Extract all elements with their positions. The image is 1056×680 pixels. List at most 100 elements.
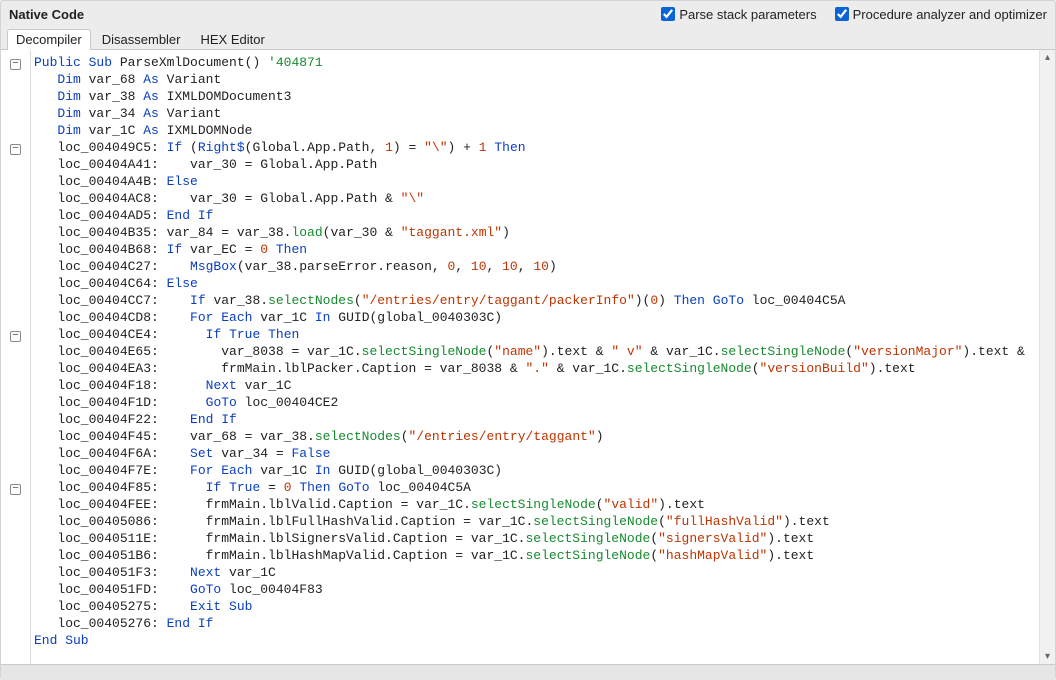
code-line[interactable]: Dim var_68 As Variant — [30, 71, 1051, 88]
code-line[interactable]: loc_00404B35: var_84 = var_38.load(var_3… — [30, 224, 1051, 241]
code-line[interactable]: loc_0040511E: frmMain.lblSignersValid.Ca… — [30, 530, 1051, 547]
tab-hex-editor[interactable]: HEX Editor — [192, 29, 274, 50]
scroll-down-icon[interactable]: ▾ — [1040, 649, 1055, 664]
token-plain: loc_004051F3: — [34, 565, 190, 580]
code-line[interactable]: End Sub — [30, 632, 1051, 649]
code-row[interactable]: loc_00404F45: var_68 = var_38.selectNode… — [1, 428, 1051, 445]
code-line[interactable]: loc_00405275: Exit Sub — [30, 598, 1051, 615]
code-line[interactable]: loc_00404AC8: var_30 = Global.App.Path &… — [30, 190, 1051, 207]
code-line[interactable]: loc_00405276: End If — [30, 615, 1051, 632]
code-row[interactable]: loc_00404E65: var_8038 = var_1C.selectSi… — [1, 343, 1051, 360]
fold-toggle-icon[interactable]: − — [10, 484, 21, 495]
code-row[interactable]: loc_00404A41: var_30 = Global.App.Path — [1, 156, 1051, 173]
fold-toggle-icon[interactable]: − — [10, 144, 21, 155]
fold-toggle-icon[interactable]: − — [10, 59, 21, 70]
code-line[interactable]: loc_00404EA3: frmMain.lblPacker.Caption … — [30, 360, 1051, 377]
option-analyzer[interactable]: Procedure analyzer and optimizer — [835, 7, 1047, 22]
code-row[interactable]: Dim var_1C As IXMLDOMNode — [1, 122, 1051, 139]
code-scroll[interactable]: −Public Sub ParseXmlDocument() '404871 D… — [1, 50, 1055, 664]
code-row[interactable]: loc_00404AD5: End If — [1, 207, 1051, 224]
token-kw: If — [206, 327, 222, 342]
token-plain: loc_00405276: — [34, 616, 167, 631]
code-row[interactable]: End Sub — [1, 632, 1051, 649]
code-line[interactable]: loc_00404E65: var_8038 = var_1C.selectSi… — [30, 343, 1051, 360]
option-parse-stack[interactable]: Parse stack parameters — [661, 7, 816, 22]
code-row[interactable]: loc_00404F6A: Set var_34 = False — [1, 445, 1051, 462]
code-row[interactable]: loc_00404F22: End If — [1, 411, 1051, 428]
code-line[interactable]: loc_00404FEE: frmMain.lblValid.Caption =… — [30, 496, 1051, 513]
decompiled-code[interactable]: −Public Sub ParseXmlDocument() '404871 D… — [1, 50, 1055, 653]
code-row[interactable]: loc_004051F3: Next var_1C — [1, 564, 1051, 581]
tab-disassembler[interactable]: Disassembler — [93, 29, 190, 50]
code-row[interactable]: loc_00404F7E: For Each var_1C In GUID(gl… — [1, 462, 1051, 479]
token-kw: Next — [206, 378, 237, 393]
code-row[interactable]: loc_004051FD: GoTo loc_00404F83 — [1, 581, 1051, 598]
code-line[interactable]: loc_00404F1D: GoTo loc_00404CE2 — [30, 394, 1051, 411]
code-row[interactable]: − loc_004049C5: If (Right$(Global.App.Pa… — [1, 139, 1051, 156]
code-row[interactable]: loc_00404F1D: GoTo loc_00404CE2 — [1, 394, 1051, 411]
code-line[interactable]: Dim var_38 As IXMLDOMDocument3 — [30, 88, 1051, 105]
code-row[interactable]: loc_00405086: frmMain.lblFullHashValid.C… — [1, 513, 1051, 530]
code-line[interactable]: loc_004051B6: frmMain.lblHashMapValid.Ca… — [30, 547, 1051, 564]
code-row[interactable]: loc_00404AC8: var_30 = Global.App.Path &… — [1, 190, 1051, 207]
code-row[interactable]: loc_004051B6: frmMain.lblHashMapValid.Ca… — [1, 547, 1051, 564]
code-line[interactable]: loc_00404CE4: If True Then — [30, 326, 1051, 343]
code-row[interactable]: loc_00405275: Exit Sub — [1, 598, 1051, 615]
code-row[interactable]: loc_00404FEE: frmMain.lblValid.Caption =… — [1, 496, 1051, 513]
code-row[interactable]: loc_00404B35: var_84 = var_38.load(var_3… — [1, 224, 1051, 241]
code-row[interactable]: loc_00404F18: Next var_1C — [1, 377, 1051, 394]
fold-gutter[interactable]: − — [1, 326, 30, 343]
code-line[interactable]: loc_00404CC7: If var_38.selectNodes("/en… — [30, 292, 1051, 309]
code-line[interactable]: loc_004049C5: If (Right$(Global.App.Path… — [30, 139, 1051, 156]
scroll-up-icon[interactable]: ▴ — [1040, 50, 1055, 65]
code-row[interactable]: loc_00404C27: MsgBox(var_38.parseError.r… — [1, 258, 1051, 275]
code-row[interactable]: −Public Sub ParseXmlDocument() '404871 — [1, 54, 1051, 71]
code-line[interactable]: loc_00405086: frmMain.lblFullHashValid.C… — [30, 513, 1051, 530]
fold-gutter[interactable]: − — [1, 54, 30, 71]
code-line[interactable]: Dim var_34 As Variant — [30, 105, 1051, 122]
code-row[interactable]: Dim var_68 As Variant — [1, 71, 1051, 88]
token-plain: loc_00404C5A — [744, 293, 845, 308]
fold-toggle-icon[interactable]: − — [10, 331, 21, 342]
code-line[interactable]: loc_00404A4B: Else — [30, 173, 1051, 190]
code-line[interactable]: Public Sub ParseXmlDocument() '404871 — [30, 54, 1051, 71]
fold-gutter[interactable]: − — [1, 479, 30, 496]
fold-gutter[interactable]: − — [1, 139, 30, 156]
token-plain: var_34 = — [213, 446, 291, 461]
token-plain: ) + — [448, 140, 479, 155]
code-line[interactable]: loc_00404F7E: For Each var_1C In GUID(gl… — [30, 462, 1051, 479]
code-row[interactable]: loc_00405276: End If — [1, 615, 1051, 632]
checkbox-analyzer[interactable] — [835, 7, 849, 21]
code-row[interactable]: loc_00404CD8: For Each var_1C In GUID(gl… — [1, 309, 1051, 326]
code-line[interactable]: loc_00404CD8: For Each var_1C In GUID(gl… — [30, 309, 1051, 326]
code-line[interactable]: loc_00404A41: var_30 = Global.App.Path — [30, 156, 1051, 173]
token-kw: As — [143, 89, 159, 104]
code-row[interactable]: − loc_00404CE4: If True Then — [1, 326, 1051, 343]
token-plain — [268, 242, 276, 257]
code-line[interactable]: loc_00404AD5: End If — [30, 207, 1051, 224]
code-row[interactable]: loc_00404EA3: frmMain.lblPacker.Caption … — [1, 360, 1051, 377]
code-line[interactable]: loc_00404F85: If True = 0 Then GoTo loc_… — [30, 479, 1051, 496]
code-line[interactable]: loc_00404F22: End If — [30, 411, 1051, 428]
code-row[interactable]: Dim var_34 As Variant — [1, 105, 1051, 122]
code-row[interactable]: loc_0040511E: frmMain.lblSignersValid.Ca… — [1, 530, 1051, 547]
token-str: "/entries/entry/taggant" — [409, 429, 596, 444]
code-row[interactable]: loc_00404CC7: If var_38.selectNodes("/en… — [1, 292, 1051, 309]
code-line[interactable]: loc_004051F3: Next var_1C — [30, 564, 1051, 581]
tab-decompiler[interactable]: Decompiler — [7, 29, 91, 50]
code-row[interactable]: loc_00404C64: Else — [1, 275, 1051, 292]
code-row[interactable]: loc_00404B68: If var_EC = 0 Then — [1, 241, 1051, 258]
code-line[interactable]: loc_00404F18: Next var_1C — [30, 377, 1051, 394]
code-row[interactable]: Dim var_38 As IXMLDOMDocument3 — [1, 88, 1051, 105]
code-line[interactable]: loc_00404B68: If var_EC = 0 Then — [30, 241, 1051, 258]
code-line[interactable]: Dim var_1C As IXMLDOMNode — [30, 122, 1051, 139]
code-line[interactable]: loc_004051FD: GoTo loc_00404F83 — [30, 581, 1051, 598]
code-line[interactable]: loc_00404C64: Else — [30, 275, 1051, 292]
code-row[interactable]: loc_00404A4B: Else — [1, 173, 1051, 190]
checkbox-parse-stack[interactable] — [661, 7, 675, 21]
code-line[interactable]: loc_00404F6A: Set var_34 = False — [30, 445, 1051, 462]
code-line[interactable]: loc_00404F45: var_68 = var_38.selectNode… — [30, 428, 1051, 445]
vertical-scrollbar[interactable]: ▴ ▾ — [1039, 50, 1055, 664]
code-row[interactable]: − loc_00404F85: If True = 0 Then GoTo lo… — [1, 479, 1051, 496]
code-line[interactable]: loc_00404C27: MsgBox(var_38.parseError.r… — [30, 258, 1051, 275]
